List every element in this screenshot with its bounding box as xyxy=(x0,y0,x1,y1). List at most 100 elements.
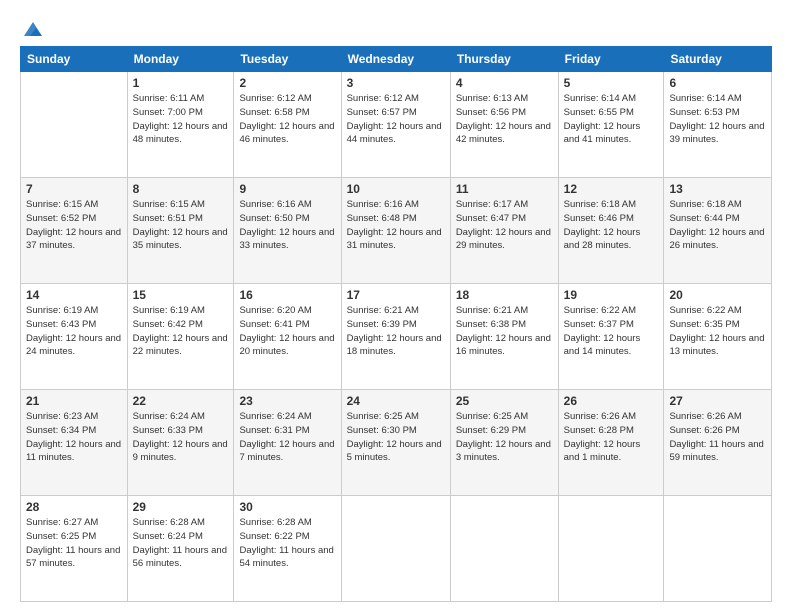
calendar-cell: 9Sunrise: 6:16 AMSunset: 6:50 PMDaylight… xyxy=(234,178,341,284)
sunset-text: Sunset: 6:57 PM xyxy=(347,106,445,120)
sunrise-text: Sunrise: 6:21 AM xyxy=(456,304,553,318)
calendar-cell: 17 Sunrise: 6:21 AMSunset: 6:39 PMDayligh… xyxy=(341,284,450,390)
calendar-week-row: 1Sunrise: 6:11 AMSunset: 7:00 PMDaylight… xyxy=(21,72,772,178)
day-number: 25 xyxy=(456,394,553,408)
daylight-text: Daylight: 11 hours and 59 minutes. xyxy=(669,438,766,466)
sunset-text: Sunset: 6:35 PM xyxy=(669,318,766,332)
day-number: 24 xyxy=(347,394,445,408)
sunrise-text: Sunrise: 6:14 AM xyxy=(669,92,766,106)
weekday-header-friday: Friday xyxy=(558,47,664,72)
sunrise-text: Sunrise: 6:28 AM xyxy=(133,516,229,530)
sunset-text: Sunset: 6:42 PM xyxy=(133,318,229,332)
daylight-text: Daylight: 12 hours and 16 minutes. xyxy=(456,332,553,360)
sunrise-text: Sunrise: 6:19 AM xyxy=(133,304,229,318)
calendar-cell: 6Sunrise: 6:14 AMSunset: 6:53 PMDaylight… xyxy=(664,72,772,178)
day-number: 15 xyxy=(133,288,229,302)
daylight-text: Daylight: 12 hours and 11 minutes. xyxy=(26,438,122,466)
sunset-text: Sunset: 6:22 PM xyxy=(239,530,335,544)
daylight-text: Daylight: 11 hours and 57 minutes. xyxy=(26,544,122,572)
daylight-text: Daylight: 12 hours and 5 minutes. xyxy=(347,438,445,466)
day-number: 14 xyxy=(26,288,122,302)
sunset-text: Sunset: 6:34 PM xyxy=(26,424,122,438)
cell-detail: Sunrise: 6:21 AMSunset: 6:39 PMDaylight:… xyxy=(347,304,445,359)
sunrise-text: Sunrise: 6:18 AM xyxy=(669,198,766,212)
day-number: 18 xyxy=(456,288,553,302)
day-number: 20 xyxy=(669,288,766,302)
day-number: 2 xyxy=(239,76,335,90)
calendar-cell: 4Sunrise: 6:13 AMSunset: 6:56 PMDaylight… xyxy=(450,72,558,178)
sunrise-text: Sunrise: 6:21 AM xyxy=(347,304,445,318)
day-number: 19 xyxy=(564,288,659,302)
daylight-text: Daylight: 11 hours and 54 minutes. xyxy=(239,544,335,572)
sunrise-text: Sunrise: 6:26 AM xyxy=(669,410,766,424)
cell-detail: Sunrise: 6:26 AMSunset: 6:28 PMDaylight:… xyxy=(564,410,659,465)
cell-detail: Sunrise: 6:22 AMSunset: 6:37 PMDaylight:… xyxy=(564,304,659,359)
sunrise-text: Sunrise: 6:24 AM xyxy=(239,410,335,424)
cell-detail: Sunrise: 6:16 AMSunset: 6:48 PMDaylight:… xyxy=(347,198,445,253)
daylight-text: Daylight: 12 hours and 37 minutes. xyxy=(26,226,122,254)
cell-detail: Sunrise: 6:16 AMSunset: 6:50 PMDaylight:… xyxy=(239,198,335,253)
sunrise-text: Sunrise: 6:26 AM xyxy=(564,410,659,424)
sunrise-text: Sunrise: 6:14 AM xyxy=(564,92,659,106)
daylight-text: Daylight: 12 hours and 24 minutes. xyxy=(26,332,122,360)
daylight-text: Daylight: 12 hours and 3 minutes. xyxy=(456,438,553,466)
daylight-text: Daylight: 12 hours and 46 minutes. xyxy=(239,120,335,148)
calendar-cell: 15Sunrise: 6:19 AMSunset: 6:42 PMDayligh… xyxy=(127,284,234,390)
cell-detail: Sunrise: 6:17 AMSunset: 6:47 PMDaylight:… xyxy=(456,198,553,253)
daylight-text: Daylight: 12 hours and 29 minutes. xyxy=(456,226,553,254)
sunrise-text: Sunrise: 6:11 AM xyxy=(133,92,229,106)
day-number: 13 xyxy=(669,182,766,196)
day-number: 6 xyxy=(669,76,766,90)
sunset-text: Sunset: 6:56 PM xyxy=(456,106,553,120)
day-number: 17 xyxy=(347,288,445,302)
weekday-header-saturday: Saturday xyxy=(664,47,772,72)
day-number: 28 xyxy=(26,500,122,514)
day-number: 30 xyxy=(239,500,335,514)
daylight-text: Daylight: 12 hours and 28 minutes. xyxy=(564,226,659,254)
sunrise-text: Sunrise: 6:15 AM xyxy=(26,198,122,212)
header xyxy=(20,18,772,36)
sunset-text: Sunset: 6:41 PM xyxy=(239,318,335,332)
calendar-header: SundayMondayTuesdayWednesdayThursdayFrid… xyxy=(21,47,772,72)
sunset-text: Sunset: 6:46 PM xyxy=(564,212,659,226)
cell-detail: Sunrise: 6:19 AMSunset: 6:43 PMDaylight:… xyxy=(26,304,122,359)
calendar-cell: 11 Sunrise: 6:17 AMSunset: 6:47 PMDayligh… xyxy=(450,178,558,284)
sunrise-text: Sunrise: 6:23 AM xyxy=(26,410,122,424)
sunset-text: Sunset: 6:24 PM xyxy=(133,530,229,544)
day-number: 4 xyxy=(456,76,553,90)
calendar-table: SundayMondayTuesdayWednesdayThursdayFrid… xyxy=(20,46,772,602)
sunset-text: Sunset: 6:50 PM xyxy=(239,212,335,226)
cell-detail: Sunrise: 6:27 AMSunset: 6:25 PMDaylight:… xyxy=(26,516,122,571)
day-number: 11 xyxy=(456,182,553,196)
calendar-cell: 10 Sunrise: 6:16 AMSunset: 6:48 PMDayligh… xyxy=(341,178,450,284)
calendar-cell: 19 Sunrise: 6:22 AMSunset: 6:37 PMDayligh… xyxy=(558,284,664,390)
sunset-text: Sunset: 6:44 PM xyxy=(669,212,766,226)
calendar-cell: 1Sunrise: 6:11 AMSunset: 7:00 PMDaylight… xyxy=(127,72,234,178)
weekday-header-row: SundayMondayTuesdayWednesdayThursdayFrid… xyxy=(21,47,772,72)
calendar-cell: 18 Sunrise: 6:21 AMSunset: 6:38 PMDayligh… xyxy=(450,284,558,390)
cell-detail: Sunrise: 6:18 AMSunset: 6:44 PMDaylight:… xyxy=(669,198,766,253)
calendar-cell: 8Sunrise: 6:15 AMSunset: 6:51 PMDaylight… xyxy=(127,178,234,284)
day-number: 10 xyxy=(347,182,445,196)
calendar-cell: 14 Sunrise: 6:19 AMSunset: 6:43 PMDayligh… xyxy=(21,284,128,390)
calendar-week-row: 7Sunrise: 6:15 AMSunset: 6:52 PMDaylight… xyxy=(21,178,772,284)
day-number: 8 xyxy=(133,182,229,196)
logo-icon xyxy=(22,18,44,40)
sunrise-text: Sunrise: 6:16 AM xyxy=(347,198,445,212)
cell-detail: Sunrise: 6:24 AMSunset: 6:31 PMDaylight:… xyxy=(239,410,335,465)
daylight-text: Daylight: 12 hours and 13 minutes. xyxy=(669,332,766,360)
logo xyxy=(20,18,44,36)
daylight-text: Daylight: 12 hours and 48 minutes. xyxy=(133,120,229,148)
sunrise-text: Sunrise: 6:19 AM xyxy=(26,304,122,318)
sunset-text: Sunset: 6:53 PM xyxy=(669,106,766,120)
daylight-text: Daylight: 12 hours and 14 minutes. xyxy=(564,332,659,360)
calendar-cell: 22Sunrise: 6:24 AMSunset: 6:33 PMDayligh… xyxy=(127,390,234,496)
cell-detail: Sunrise: 6:25 AMSunset: 6:30 PMDaylight:… xyxy=(347,410,445,465)
sunrise-text: Sunrise: 6:18 AM xyxy=(564,198,659,212)
sunrise-text: Sunrise: 6:24 AM xyxy=(133,410,229,424)
cell-detail: Sunrise: 6:22 AMSunset: 6:35 PMDaylight:… xyxy=(669,304,766,359)
sunset-text: Sunset: 6:38 PM xyxy=(456,318,553,332)
cell-detail: Sunrise: 6:23 AMSunset: 6:34 PMDaylight:… xyxy=(26,410,122,465)
day-number: 27 xyxy=(669,394,766,408)
day-number: 22 xyxy=(133,394,229,408)
